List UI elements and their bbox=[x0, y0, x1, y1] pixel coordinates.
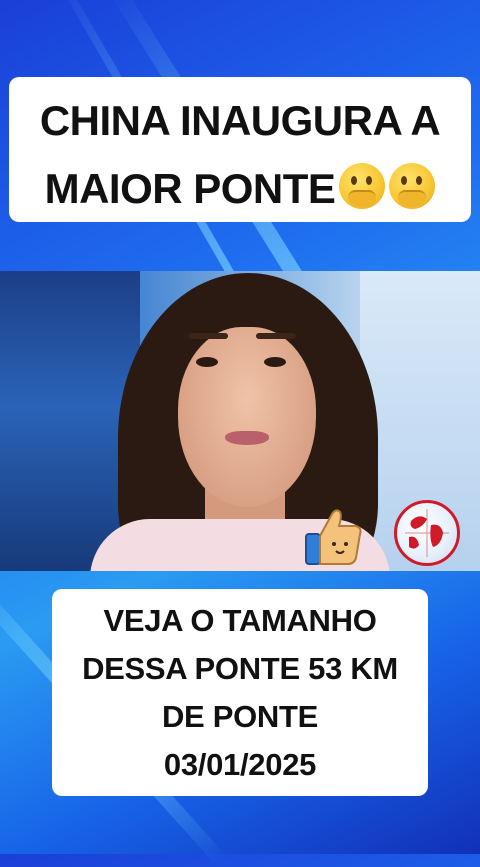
face-with-hand-over-mouth-icon bbox=[339, 163, 386, 209]
screen: { "headline": { "line1": "CHINA INAUGURA… bbox=[0, 0, 480, 867]
headline-line-2: MAIOR PONTE bbox=[9, 163, 471, 213]
caption-line-1: VEJA O TAMANHO bbox=[103, 603, 377, 638]
anchor-brow bbox=[256, 333, 296, 339]
thumbs-up-icon bbox=[305, 509, 362, 565]
caption-line-2: DESSA PONTE 53 KM bbox=[82, 651, 398, 686]
caption-card: VEJA O TAMANHO DESSA PONTE 53 KM DE PONT… bbox=[52, 589, 428, 796]
anchor-mouth bbox=[225, 431, 269, 445]
headline-line-1: CHINA INAUGURA A bbox=[39, 97, 441, 144]
caption-date: 03/01/2025 bbox=[163, 747, 317, 782]
anchor-brow bbox=[188, 333, 228, 339]
anchor-face bbox=[178, 327, 316, 507]
anchor-eye bbox=[264, 357, 286, 367]
caption-line-3: DE PONTE bbox=[161, 699, 319, 734]
headline-text: MAIOR PONTE bbox=[44, 165, 336, 212]
face-with-hand-over-mouth-icon bbox=[389, 163, 436, 209]
globe-icon bbox=[394, 500, 460, 566]
headline-card: CHINA INAUGURA A MAIOR PONTE bbox=[9, 77, 471, 222]
anchor-eye bbox=[196, 357, 218, 367]
